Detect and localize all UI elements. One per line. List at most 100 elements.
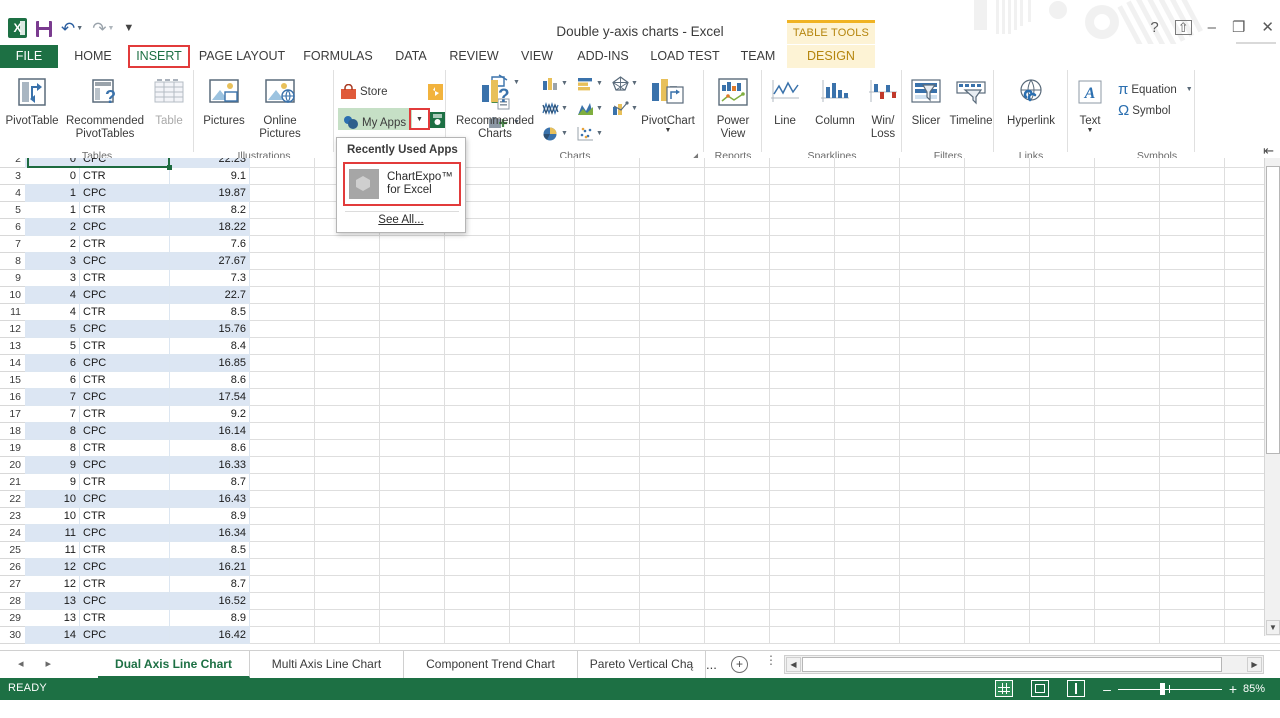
cell-empty[interactable] [575, 270, 640, 287]
cell-empty[interactable] [445, 457, 510, 474]
cell-empty[interactable] [1095, 270, 1160, 287]
cell-empty[interactable] [705, 287, 770, 304]
table-row[interactable]: 4CTR8.5 [25, 304, 1280, 321]
cell-empty[interactable] [445, 287, 510, 304]
cell-empty[interactable] [770, 440, 835, 457]
cell-empty[interactable] [640, 253, 705, 270]
cell-empty[interactable] [835, 576, 900, 593]
cell-empty[interactable] [1095, 321, 1160, 338]
cell-empty[interactable] [315, 440, 380, 457]
cell-empty[interactable] [965, 508, 1030, 525]
insert-stock-chart-button[interactable]: ▼ [612, 76, 638, 91]
cell-empty[interactable] [900, 559, 965, 576]
cell-empty[interactable] [1160, 168, 1225, 185]
cell-column-c[interactable]: 22.23 [170, 158, 250, 168]
cell-column-b[interactable]: CPC [80, 253, 170, 270]
cell-empty[interactable] [900, 321, 965, 338]
cell-column-c[interactable]: 8.9 [170, 508, 250, 525]
cell-empty[interactable] [315, 321, 380, 338]
cell-column-b[interactable]: CPC [80, 457, 170, 474]
cell-empty[interactable] [380, 406, 445, 423]
cell-empty[interactable] [705, 236, 770, 253]
cell-empty[interactable] [1160, 158, 1225, 168]
cell-empty[interactable] [315, 627, 380, 644]
table-row[interactable]: 2CTR7.6 [25, 236, 1280, 253]
cell-empty[interactable] [250, 355, 315, 372]
cell-empty[interactable] [575, 219, 640, 236]
cell-empty[interactable] [640, 627, 705, 644]
cell-empty[interactable] [1030, 338, 1095, 355]
cell-empty[interactable] [380, 338, 445, 355]
cell-column-b[interactable]: CPC [80, 185, 170, 202]
cell-empty[interactable] [900, 491, 965, 508]
cell-empty[interactable] [510, 593, 575, 610]
cell-empty[interactable] [1160, 440, 1225, 457]
cell-empty[interactable] [575, 338, 640, 355]
cell-empty[interactable] [900, 219, 965, 236]
cell-column-a[interactable]: 14 [25, 627, 80, 644]
cell-empty[interactable] [1030, 542, 1095, 559]
cell-empty[interactable] [770, 508, 835, 525]
cell-empty[interactable] [1160, 542, 1225, 559]
table-row[interactable]: 4CPC22.7 [25, 287, 1280, 304]
cell-column-a[interactable]: 4 [25, 287, 80, 304]
cell-column-c[interactable]: 16.42 [170, 627, 250, 644]
page-break-preview-icon[interactable] [1067, 680, 1085, 697]
table-row[interactable]: 14CPC16.42 [25, 627, 1280, 644]
cell-empty[interactable] [640, 321, 705, 338]
cell-empty[interactable] [510, 168, 575, 185]
cell-column-c[interactable]: 19.87 [170, 185, 250, 202]
cell-column-c[interactable]: 15.76 [170, 321, 250, 338]
window-controls[interactable]: ? ⇧ – ❐ ✕ [1150, 20, 1274, 35]
row-header[interactable]: 21 [0, 474, 25, 491]
cell-empty[interactable] [770, 423, 835, 440]
table-row[interactable]: 6CTR8.6 [25, 372, 1280, 389]
cell-empty[interactable] [1095, 185, 1160, 202]
table-row[interactable]: 12CPC16.21 [25, 559, 1280, 576]
cell-column-a[interactable]: 1 [25, 202, 80, 219]
cell-empty[interactable] [640, 372, 705, 389]
cell-empty[interactable] [1160, 474, 1225, 491]
cell-empty[interactable] [965, 610, 1030, 627]
cell-empty[interactable] [1095, 158, 1160, 168]
cell-empty[interactable] [315, 457, 380, 474]
pictures-button[interactable]: Pictures [196, 72, 252, 128]
cell-empty[interactable] [705, 270, 770, 287]
cell-empty[interactable] [1095, 508, 1160, 525]
cell-empty[interactable] [900, 440, 965, 457]
cell-column-c[interactable]: 8.5 [170, 542, 250, 559]
cell-empty[interactable] [1095, 287, 1160, 304]
cell-column-c[interactable]: 16.33 [170, 457, 250, 474]
cell-empty[interactable] [250, 202, 315, 219]
page-layout-view-icon[interactable] [1031, 680, 1049, 697]
cell-column-c[interactable]: 9.2 [170, 406, 250, 423]
cell-empty[interactable] [1030, 287, 1095, 304]
cell-column-b[interactable]: CTR [80, 508, 170, 525]
cell-empty[interactable] [705, 389, 770, 406]
cell-empty[interactable] [510, 542, 575, 559]
cell-empty[interactable] [770, 202, 835, 219]
cell-empty[interactable] [510, 219, 575, 236]
cell-empty[interactable] [835, 474, 900, 491]
cell-column-b[interactable]: CPC [80, 321, 170, 338]
scroll-left-button[interactable]: ◀ [786, 657, 801, 672]
cell-empty[interactable] [1030, 406, 1095, 423]
cell-empty[interactable] [705, 202, 770, 219]
cell-empty[interactable] [1095, 474, 1160, 491]
insert-area-chart-button[interactable]: ▼ [577, 101, 603, 116]
table-row[interactable]: 0CPC22.23 [25, 158, 1280, 168]
cell-empty[interactable] [640, 457, 705, 474]
cell-empty[interactable] [510, 236, 575, 253]
cell-empty[interactable] [705, 355, 770, 372]
cell-empty[interactable] [250, 457, 315, 474]
cell-empty[interactable] [445, 355, 510, 372]
cell-empty[interactable] [250, 270, 315, 287]
cell-column-b[interactable]: CPC [80, 219, 170, 236]
my-apps-dropdown-button[interactable]: ▼ [409, 108, 430, 130]
help-button[interactable]: ? [1150, 20, 1158, 35]
cell-empty[interactable] [770, 627, 835, 644]
power-view-button[interactable]: Power View [704, 72, 762, 140]
horizontal-scrollbar[interactable]: ◀ ▶ [784, 655, 1264, 674]
cell-empty[interactable] [510, 423, 575, 440]
cell-empty[interactable] [575, 287, 640, 304]
